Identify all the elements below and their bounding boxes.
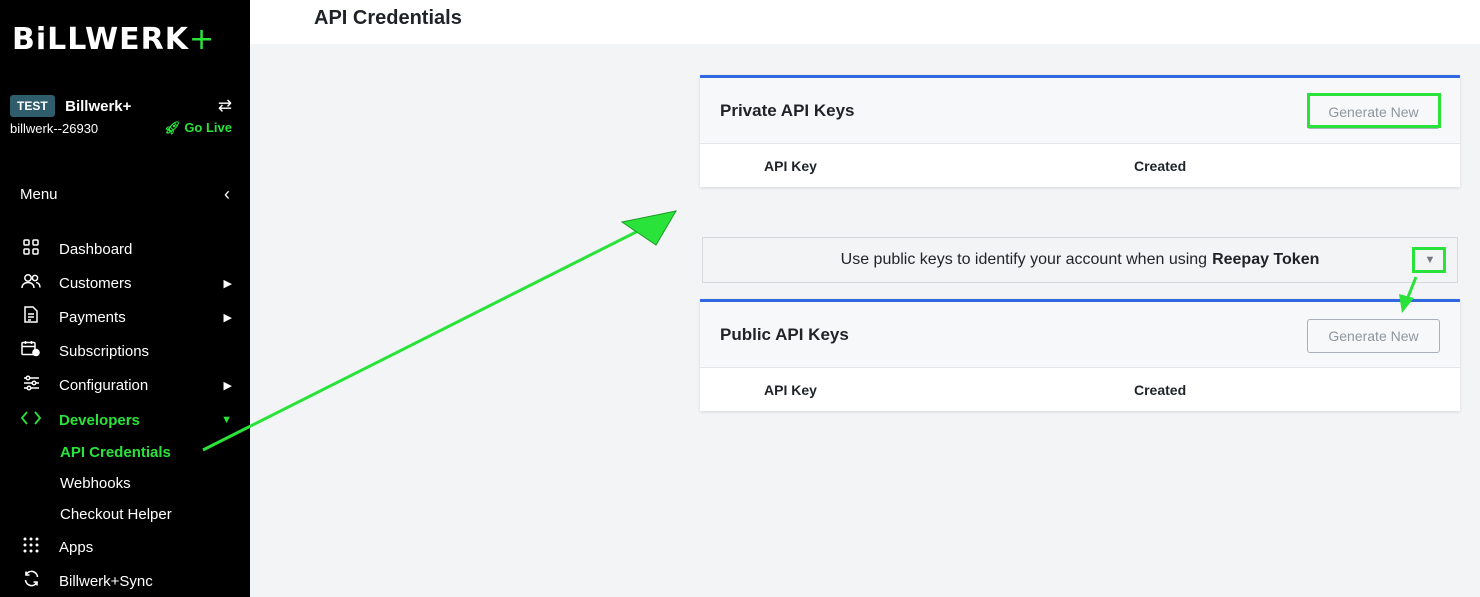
annotation-arrow-head	[620, 210, 678, 246]
annotation-arrows	[202, 210, 1418, 452]
annotation-arrow-head	[1399, 294, 1414, 313]
annotation-arrow-line	[202, 228, 641, 452]
annotation-arrow-line	[1406, 276, 1418, 298]
